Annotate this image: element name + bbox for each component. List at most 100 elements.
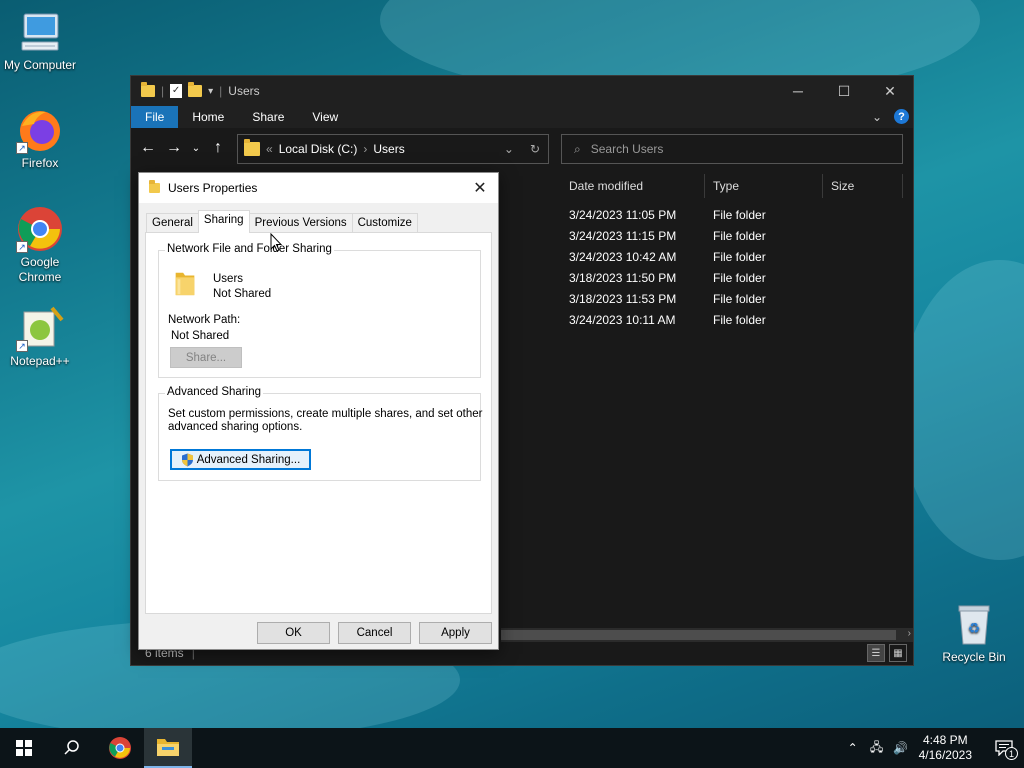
maximize-button[interactable]: ☐ (821, 76, 867, 106)
advanced-sharing-group: Advanced Sharing Set custom permissions,… (158, 386, 483, 481)
firefox-icon: ↗ (16, 106, 64, 154)
list-item[interactable]: 3/24/2023 10:11 AM File folder (561, 309, 823, 330)
tab-general[interactable]: General (146, 213, 199, 233)
minimize-button[interactable]: ─ (775, 76, 821, 106)
folder-icon (244, 139, 260, 156)
properties-icon[interactable]: ✓ (170, 84, 183, 98)
desktop-icon-firefox[interactable]: ↗ Firefox (0, 106, 80, 171)
breadcrumb-local-disk[interactable]: Local Disk (C:) (279, 142, 358, 156)
search-icon (64, 740, 79, 755)
dialog-title-bar: Users Properties (139, 173, 498, 203)
close-button[interactable]: ✕ (867, 76, 913, 106)
expand-ribbon-icon[interactable]: ⌄ (872, 110, 882, 124)
ribbon-tabs: File Home Share View ⌄ ? (131, 106, 913, 128)
clock-time: 4:48 PM (922, 733, 968, 747)
customize-toolbar-icon[interactable]: ▾ (208, 86, 213, 97)
desktop-icon-google-chrome[interactable]: ↗ Google Chrome (0, 205, 80, 285)
ok-button[interactable]: OK (257, 622, 330, 644)
list-item[interactable]: 3/18/2023 11:50 PM File folder (561, 267, 823, 288)
refresh-icon[interactable]: ↻ (530, 142, 540, 156)
start-button[interactable] (0, 728, 48, 768)
folder-icon (141, 82, 155, 97)
breadcrumb-overflow-icon[interactable]: « (266, 142, 273, 156)
breadcrumb-users[interactable]: Users (373, 142, 404, 156)
tab-previous-versions[interactable]: Previous Versions (248, 213, 353, 233)
desktop-icon-label: Recycle Bin (942, 650, 1006, 664)
clock-date: 4/16/2023 (918, 748, 972, 762)
window-title: Users (228, 84, 260, 98)
mouse-cursor-icon (270, 233, 282, 252)
users-properties-dialog: Users Properties ✕ General Sharing Previ… (138, 172, 499, 650)
advanced-sharing-button[interactable]: Advanced Sharing... (170, 449, 311, 470)
list-item[interactable]: 3/24/2023 10:42 AM File folder (561, 246, 823, 267)
recent-locations-chevron-icon[interactable]: ⌄ (191, 143, 201, 154)
address-bar[interactable]: « Local Disk (C:) › Users ⌄ ↻ (237, 134, 549, 164)
tab-customize[interactable]: Customize (351, 213, 418, 233)
action-center-button[interactable]: 1 (984, 728, 1024, 768)
back-arrow-icon[interactable]: ← (139, 139, 157, 157)
chrome-icon: ↗ (16, 205, 64, 253)
desktop-icon-label: Notepad++ (10, 354, 70, 368)
file-explorer-icon (157, 739, 179, 756)
tab-share[interactable]: Share (238, 106, 298, 128)
address-dropdown-icon[interactable]: ⌄ (504, 142, 514, 156)
network-sharing-group: Network File and Folder Sharing Users No… (158, 243, 481, 378)
large-icons-view-icon[interactable]: ▦ (889, 644, 907, 662)
details-view-icon[interactable]: ☰ (867, 644, 885, 662)
column-type[interactable]: Type (705, 174, 823, 198)
folder-name: Users (213, 273, 244, 285)
search-placeholder: Search Users (590, 142, 664, 156)
clock[interactable]: 4:48 PM 4/16/2023 (919, 733, 972, 763)
list-item[interactable]: 3/24/2023 11:15 PM File folder (561, 225, 823, 246)
help-icon[interactable]: ? (894, 109, 909, 124)
search-box[interactable]: ⌕ Search Users (561, 134, 903, 164)
column-date-modified[interactable]: Date modified (561, 174, 705, 198)
new-folder-icon[interactable] (188, 82, 203, 97)
group-legend: Advanced Sharing (165, 386, 263, 398)
show-hidden-icons-chevron-icon[interactable]: ⌃ (841, 741, 865, 755)
apply-button[interactable]: Apply (419, 622, 492, 644)
network-path-label: Network Path: (168, 314, 241, 326)
taskbar-file-explorer-button[interactable] (144, 728, 192, 768)
desktop-icon-recycle-bin[interactable]: ♻ Recycle Bin (934, 600, 1014, 665)
horizontal-scrollbar[interactable]: › (501, 628, 913, 642)
scrollbar-thumb[interactable] (501, 630, 896, 640)
advanced-description-line1: Set custom permissions, create multiple … (168, 408, 483, 420)
group-legend: Network File and Folder Sharing (165, 243, 334, 255)
desktop-icon-notepad-plus-plus[interactable]: ↗ Notepad++ (0, 304, 80, 369)
tab-sharing[interactable]: Sharing (197, 210, 250, 233)
dialog-title: Users Properties (168, 181, 258, 195)
wallpaper-wave (900, 260, 1024, 560)
column-size[interactable]: Size (823, 174, 903, 198)
advanced-description-line2: advanced sharing options. (168, 421, 303, 433)
up-arrow-icon[interactable]: ↑ (209, 139, 227, 157)
desktop-icon-label: My Computer (3, 58, 77, 72)
tab-file[interactable]: File (131, 106, 179, 128)
share-button[interactable]: Share... (170, 347, 242, 368)
notepad-plus-plus-icon: ↗ (16, 304, 64, 352)
search-button[interactable] (48, 728, 96, 768)
list-item[interactable]: 3/18/2023 11:53 PM File folder (561, 288, 823, 309)
chrome-icon (109, 737, 131, 759)
list-item[interactable]: 3/24/2023 11:05 PM File folder (561, 204, 823, 225)
shared-folder-icon (175, 272, 195, 296)
network-icon[interactable]: 🖧 (865, 738, 889, 759)
scroll-right-icon[interactable]: › (908, 628, 911, 639)
column-headers: Date modified Type Size (561, 174, 903, 198)
taskbar-chrome-button[interactable] (96, 728, 144, 768)
desktop-icon-my-computer[interactable]: My Computer (0, 8, 80, 73)
tab-view[interactable]: View (298, 106, 352, 128)
dialog-close-button[interactable]: ✕ (468, 177, 492, 199)
shortcut-arrow-icon: ↗ (16, 142, 28, 154)
file-list: 3/24/2023 11:05 PM File folder 3/24/2023 … (561, 204, 823, 330)
volume-icon[interactable]: 🔊 (889, 741, 913, 755)
folder-icon (149, 180, 160, 193)
forward-arrow-icon[interactable]: → (165, 139, 183, 157)
tab-home[interactable]: Home (178, 106, 238, 128)
advanced-sharing-button-label: Advanced Sharing... (196, 453, 301, 466)
uac-shield-icon (181, 453, 193, 466)
cancel-button[interactable]: Cancel (338, 622, 411, 644)
windows-logo-icon (16, 740, 32, 756)
svg-text:♻: ♻ (968, 620, 981, 636)
share-state: Not Shared (213, 288, 272, 300)
